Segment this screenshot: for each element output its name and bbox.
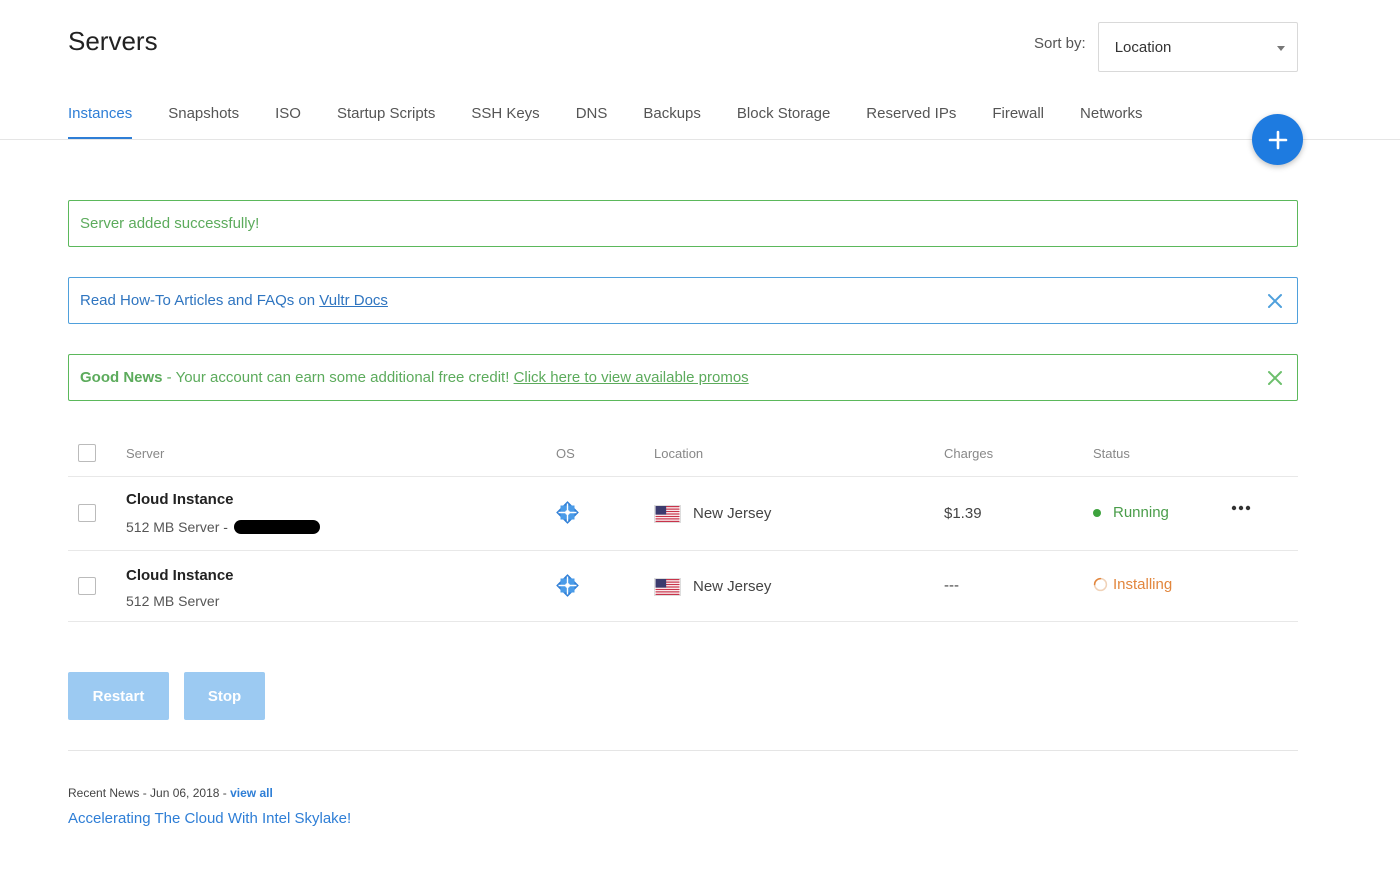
sort-select[interactable]: Location: [1097, 22, 1298, 72]
status-dot-icon: [1093, 508, 1101, 517]
tab-block-storage[interactable]: Block Storage: [737, 92, 830, 139]
tab-startup-scripts[interactable]: Startup Scripts: [337, 92, 435, 139]
tab-ssh-keys[interactable]: SSH Keys: [471, 92, 539, 139]
recent-news-label: Recent News - Jun 06, 2018 -: [68, 786, 231, 800]
add-server-button[interactable]: [1252, 114, 1303, 165]
header-server: Server: [126, 446, 165, 461]
server-name[interactable]: Cloud Instance: [126, 491, 234, 508]
header-status: Status: [1093, 446, 1130, 461]
us-flag-icon: [654, 578, 681, 596]
row-checkbox[interactable]: [78, 577, 96, 595]
select-all-checkbox[interactable]: [78, 444, 96, 462]
centos-icon: [556, 574, 579, 597]
plus-icon: [1268, 130, 1287, 149]
tab-firewall[interactable]: Firewall: [992, 92, 1044, 139]
server-subtitle: 512 MB Server -: [126, 519, 320, 535]
more-options-icon[interactable]: [1231, 504, 1251, 512]
docs-alert-text: Read How-To Articles and FAQs on: [80, 292, 320, 309]
success-alert-text: Server added successfully!: [80, 215, 260, 232]
server-subtitle: 512 MB Server: [126, 593, 220, 609]
promos-link[interactable]: Click here to view available promos: [514, 369, 749, 386]
header-charges: Charges: [944, 446, 994, 461]
header-location: Location: [654, 446, 704, 461]
promo-alert-bold: Good News: [80, 369, 163, 386]
status-text: Installing: [1113, 576, 1173, 593]
tab-backups[interactable]: Backups: [643, 92, 701, 139]
docs-alert: Read How-To Articles and FAQs on Vultr D…: [68, 277, 1298, 324]
servers-table: Server OS Location Charges Status Cloud …: [68, 430, 1298, 622]
redacted-label: [233, 519, 320, 534]
tab-reserved-ips[interactable]: Reserved IPs: [866, 92, 956, 139]
page-title: Servers: [68, 26, 158, 56]
table-row[interactable]: Cloud Instance 512 MB Server - New Jerse…: [68, 477, 1298, 551]
centos-icon: [556, 501, 579, 524]
restart-button[interactable]: Restart: [68, 672, 169, 720]
chevron-down-icon: [1276, 46, 1285, 51]
spinner-icon: [1093, 577, 1108, 592]
server-name[interactable]: Cloud Instance: [126, 567, 234, 584]
row-checkbox[interactable]: [78, 504, 96, 522]
vultr-docs-link[interactable]: Vultr Docs: [319, 292, 388, 309]
promo-alert-text: - Your account can earn some additional …: [162, 369, 514, 386]
view-all-link[interactable]: view all: [230, 786, 273, 800]
server-location: New Jersey: [693, 578, 772, 595]
status-badge: Running: [1093, 504, 1169, 521]
success-alert: Server added successfully!: [68, 200, 1298, 247]
footer-divider: [68, 750, 1298, 751]
tab-networks[interactable]: Networks: [1080, 92, 1143, 139]
sort-control: Sort by: Location: [1034, 22, 1298, 72]
sort-label: Sort by:: [1034, 35, 1086, 52]
tab-snapshots[interactable]: Snapshots: [168, 92, 239, 139]
stop-button[interactable]: Stop: [184, 672, 265, 720]
server-charges: ---: [944, 577, 959, 594]
close-icon[interactable]: [1267, 293, 1283, 309]
table-header: Server OS Location Charges Status: [68, 430, 1298, 477]
news-article-link[interactable]: Accelerating The Cloud With Intel Skylak…: [68, 810, 351, 827]
tabs-divider: [0, 139, 1400, 140]
status-badge: Installing: [1093, 576, 1172, 593]
tab-dns[interactable]: DNS: [576, 92, 608, 139]
table-row[interactable]: Cloud Instance 512 MB Server New Jersey …: [68, 551, 1298, 622]
close-icon[interactable]: [1267, 370, 1283, 386]
promo-alert: Good News - Your account can earn some a…: [68, 354, 1298, 401]
header-os: OS: [556, 446, 575, 461]
server-charges: $1.39: [944, 505, 982, 522]
tab-bar: Instances Snapshots ISO Startup Scripts …: [68, 92, 1179, 140]
server-location: New Jersey: [693, 505, 772, 522]
tab-instances[interactable]: Instances: [68, 92, 133, 139]
tab-iso[interactable]: ISO: [275, 92, 301, 139]
status-text: Running: [1113, 504, 1169, 521]
sort-select-value: Location: [1114, 38, 1172, 56]
us-flag-icon: [654, 505, 681, 523]
recent-news: Recent News - Jun 06, 2018 - view all: [68, 786, 273, 800]
